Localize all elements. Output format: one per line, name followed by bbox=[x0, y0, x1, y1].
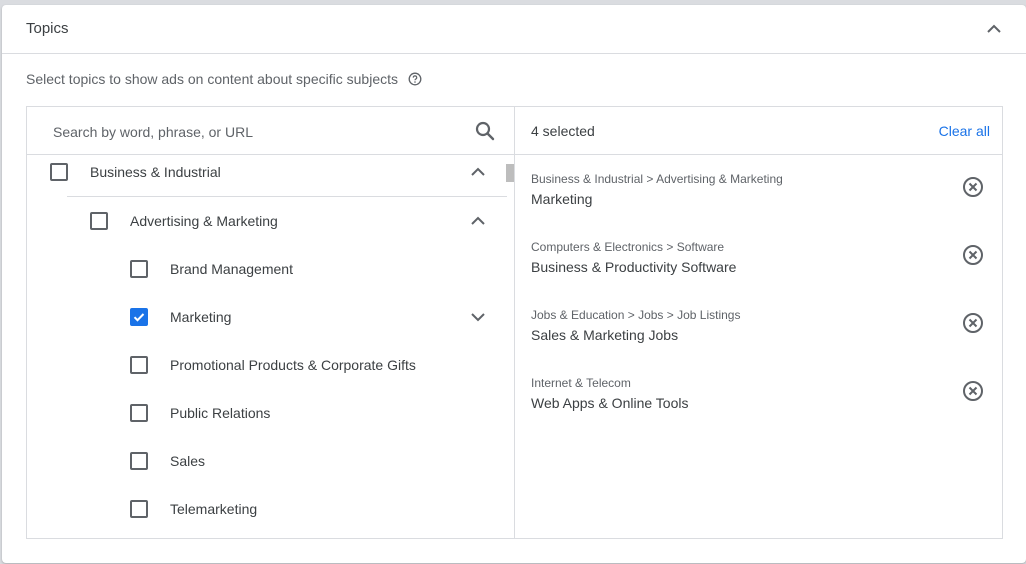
tree-item-public-relations[interactable]: Public Relations bbox=[130, 397, 270, 429]
selected-topics: 4 selected Clear all Business & Industri… bbox=[515, 107, 1002, 538]
selected-item-path: Business & Industrial > Advertising & Ma… bbox=[531, 172, 783, 186]
selected-item: Business & Industrial > Advertising & Ma… bbox=[515, 172, 1002, 232]
selected-header: 4 selected Clear all bbox=[515, 107, 1002, 155]
clear-all-button[interactable]: Clear all bbox=[939, 123, 990, 139]
remove-selected-button[interactable] bbox=[961, 243, 985, 267]
search-button[interactable] bbox=[474, 120, 496, 142]
expand-marketing-button[interactable] bbox=[466, 305, 490, 329]
chevron-up-icon bbox=[471, 167, 485, 176]
remove-circle-icon bbox=[963, 245, 983, 265]
tree-item-marketing[interactable]: Marketing bbox=[130, 301, 231, 333]
checkbox[interactable] bbox=[130, 404, 148, 422]
checkbox[interactable] bbox=[130, 260, 148, 278]
selected-item-name: Business & Productivity Software bbox=[531, 259, 737, 275]
topics-card: Topics Select topics to show ads on cont… bbox=[2, 5, 1026, 563]
selected-item: Computers & Electronics > Software Busin… bbox=[515, 240, 1002, 300]
selected-item-path: Computers & Electronics > Software bbox=[531, 240, 725, 254]
checkbox[interactable] bbox=[130, 356, 148, 374]
card-header[interactable]: Topics bbox=[2, 5, 1026, 54]
tree-item-label: Public Relations bbox=[170, 405, 271, 421]
tree-item-telemarketing[interactable]: Telemarketing bbox=[130, 493, 257, 525]
tree-item-label: Telemarketing bbox=[170, 501, 258, 517]
remove-circle-icon bbox=[963, 313, 983, 333]
tree-divider bbox=[67, 196, 507, 197]
tree-item-sales[interactable]: Sales bbox=[130, 445, 205, 477]
search-icon bbox=[475, 121, 495, 141]
tree-item-brand-management[interactable]: Brand Management bbox=[130, 253, 293, 285]
tree-item-label: Brand Management bbox=[170, 261, 293, 277]
selected-item-name: Sales & Marketing Jobs bbox=[531, 327, 679, 343]
topics-selector-panel: Business & Industrial Advertising & Mark… bbox=[26, 106, 1003, 539]
checkbox[interactable] bbox=[130, 452, 148, 470]
collapse-section-button[interactable] bbox=[982, 17, 1006, 41]
card-title: Topics bbox=[26, 20, 69, 37]
tree-item-promotional-products[interactable]: Promotional Products & Corporate Gifts bbox=[130, 349, 416, 381]
tree-item-business-industrial[interactable]: Business & Industrial bbox=[50, 156, 221, 188]
selected-item: Jobs & Education > Jobs > Job Listings S… bbox=[515, 308, 1002, 368]
remove-circle-icon bbox=[963, 177, 983, 197]
search-row bbox=[27, 107, 514, 155]
collapse-advertising-marketing-button[interactable] bbox=[466, 209, 490, 233]
remove-selected-button[interactable] bbox=[961, 175, 985, 199]
checkmark-icon bbox=[133, 313, 145, 322]
checkbox-checked[interactable] bbox=[130, 308, 148, 326]
remove-selected-button[interactable] bbox=[961, 311, 985, 335]
tree-item-label: Advertising & Marketing bbox=[130, 213, 278, 229]
tree-item-label: Business & Industrial bbox=[90, 164, 221, 180]
topic-browser: Business & Industrial Advertising & Mark… bbox=[27, 107, 515, 538]
collapse-business-industrial-button[interactable] bbox=[466, 160, 490, 184]
question-circle-icon bbox=[408, 72, 422, 86]
selected-item-path: Jobs & Education > Jobs > Job Listings bbox=[531, 308, 741, 322]
section-description: Select topics to show ads on content abo… bbox=[26, 71, 422, 87]
remove-selected-button[interactable] bbox=[961, 379, 985, 403]
tree-item-label: Sales bbox=[170, 453, 206, 469]
selected-item-name: Marketing bbox=[531, 191, 593, 207]
checkbox[interactable] bbox=[90, 212, 108, 230]
chevron-up-icon bbox=[471, 216, 485, 225]
tree-item-label: Marketing bbox=[170, 309, 232, 325]
checkbox[interactable] bbox=[130, 500, 148, 518]
search-input[interactable] bbox=[51, 119, 455, 145]
remove-circle-icon bbox=[963, 381, 983, 401]
selected-item-name: Web Apps & Online Tools bbox=[531, 395, 689, 411]
selected-count: 4 selected bbox=[531, 123, 595, 139]
description-text: Select topics to show ads on content abo… bbox=[26, 71, 398, 87]
chevron-up-icon bbox=[987, 24, 1001, 33]
selected-item-path: Internet & Telecom bbox=[531, 376, 631, 390]
tree-item-label: Promotional Products & Corporate Gifts bbox=[170, 357, 416, 373]
scrollbar-thumb[interactable] bbox=[506, 164, 514, 182]
tree-item-advertising-marketing[interactable]: Advertising & Marketing bbox=[90, 205, 278, 237]
topic-tree: Business & Industrial Advertising & Mark… bbox=[27, 155, 514, 538]
chevron-down-icon bbox=[471, 313, 485, 322]
checkbox[interactable] bbox=[50, 163, 68, 181]
selected-item: Internet & Telecom Web Apps & Online Too… bbox=[515, 376, 1002, 436]
help-icon[interactable] bbox=[408, 72, 422, 86]
